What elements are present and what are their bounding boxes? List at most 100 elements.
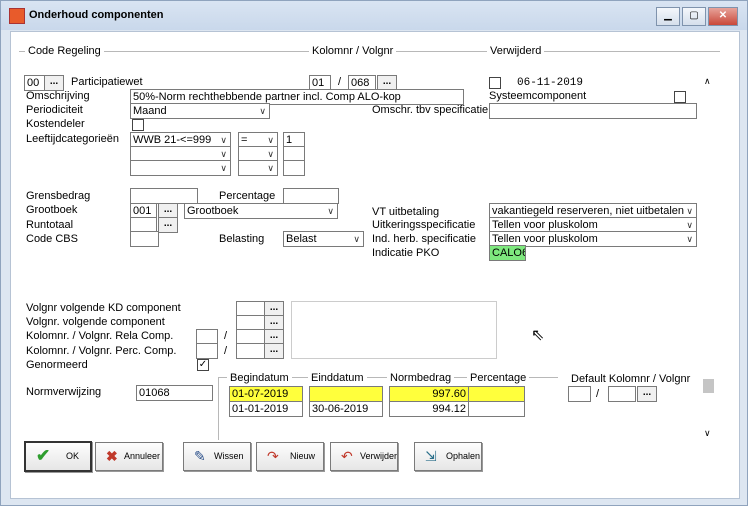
chevron-down-icon: ∨ [353, 234, 360, 244]
chevron-down-icon: ∨ [686, 220, 693, 230]
default-kolom-lookup-button[interactable]: ... [637, 386, 657, 402]
memo-area[interactable] [291, 301, 497, 359]
normverwijzing-input[interactable]: 01068 [136, 385, 213, 401]
delete-arrow-icon: ↶ [341, 448, 353, 464]
chevron-down-icon: ∨ [686, 234, 693, 244]
row1-normbedrag[interactable]: 997.60 [389, 386, 469, 402]
scroll-thumb[interactable] [703, 379, 714, 393]
belasting-value: Belast [286, 233, 317, 245]
wissen-button[interactable]: ✎ Wissen [183, 442, 251, 471]
nieuw-button[interactable]: ↷ Nieuw [256, 442, 324, 471]
chevron-down-icon: ∨ [220, 135, 227, 145]
ind-herb-label: Ind. herb. specificatie [372, 233, 476, 245]
cancel-x-icon: ✖ [106, 448, 118, 464]
kolom-slash: / [338, 76, 342, 88]
leeftijd-value: WWB 21-<=999 [133, 134, 212, 146]
regeling-name: Participatiewet [71, 76, 143, 88]
code-regeling-input[interactable]: 00 [24, 75, 45, 91]
verwijder-button[interactable]: ↶ Verwijder [330, 442, 398, 471]
title-bar[interactable]: Onderhoud componenten ▁ ▢ ✕ [1, 1, 747, 30]
perc-comp-lookup-button[interactable]: ... [264, 343, 284, 359]
chevron-down-icon: ∨ [327, 206, 334, 216]
grensbedrag-input[interactable] [130, 188, 198, 204]
grensbedrag-label: Grensbedrag [26, 190, 91, 202]
fetch-icon: ⇲ [425, 448, 437, 464]
maximize-button[interactable]: ▢ [682, 7, 706, 26]
rela-comp-slash: / [224, 330, 228, 342]
ophalen-button[interactable]: ⇲ Ophalen [414, 442, 482, 471]
row1-percentage[interactable] [468, 386, 525, 402]
percentage-input[interactable] [283, 188, 339, 204]
col-percentage: Percentage [467, 372, 530, 384]
ophalen-label: Ophalen [446, 451, 481, 461]
runtotaal-label: Runtotaal [26, 219, 74, 231]
verwijderd-checkbox[interactable] [489, 77, 501, 89]
annuleer-button[interactable]: ✖ Annuleer [95, 442, 163, 471]
code-regeling-lookup-button[interactable]: ... [44, 75, 64, 91]
kolomnr-volgnr-label: Kolomnr / Volgnr [309, 45, 397, 57]
leeftijd-op-select-3[interactable]: ∨ [238, 160, 278, 176]
systeemcomponent-checkbox[interactable] [674, 91, 686, 103]
row2-normbedrag[interactable]: 994.12 [389, 401, 469, 417]
col-einddatum: Einddatum [308, 372, 367, 384]
kostendeler-checkbox[interactable] [132, 119, 144, 131]
periodiciteit-label: Periodiciteit [26, 104, 83, 116]
genormeerd-checkbox[interactable]: ✓ [197, 359, 209, 371]
percentage-label: Percentage [219, 190, 276, 202]
default-kolom-label: Default Kolomnr / Volgnr [571, 373, 691, 385]
app-icon [9, 8, 25, 24]
chevron-down-icon: ∨ [267, 163, 274, 173]
verwijderd-date: 06-11-2019 [517, 77, 584, 89]
annuleer-label: Annuleer [124, 451, 161, 461]
default-kolom-input[interactable] [568, 386, 591, 402]
chevron-down-icon: ∨ [220, 163, 227, 173]
omschrijving-label: Omschrijving [26, 90, 90, 102]
omschr-spec-input[interactable] [489, 103, 697, 119]
leeftijd-label: Leeftijdcategorieën [26, 133, 119, 145]
row1-einddatum[interactable] [309, 386, 383, 402]
genormeerd-label: Genormeerd [26, 359, 88, 371]
code-regeling-label: Code Regeling [25, 45, 104, 57]
chevron-down-icon: ∨ [267, 149, 274, 159]
col-begindatum: Begindatum [227, 372, 292, 384]
code-cbs-input[interactable] [130, 231, 159, 247]
kostendeler-label: Kostendeler [26, 118, 85, 130]
leeftijd-num-3[interactable] [283, 160, 305, 176]
nieuw-label: Nieuw [290, 451, 316, 461]
runtotaal-lookup-button[interactable]: ... [158, 217, 178, 233]
grootboek-select[interactable]: Grootboek ∨ [184, 203, 338, 219]
perc-comp-slash: / [224, 345, 228, 357]
grootboek-label: Grootboek [26, 204, 78, 216]
ok-button[interactable]: ✔ OK [24, 441, 92, 472]
default-kolom-slash: / [596, 388, 600, 400]
omschr-spec-label: Omschr. tbv specificatie [372, 104, 489, 116]
perc-comp-volgnr-input[interactable] [236, 343, 265, 359]
form-area: Code Regeling Kolomnr / Volgnr Verwijder… [10, 31, 740, 499]
row1-begindatum[interactable]: 01-07-2019 [229, 386, 303, 402]
rela-comp-label: Kolomnr. / Volgnr. Rela Comp. [26, 330, 174, 342]
scroll-down-icon[interactable]: ∨ [704, 428, 711, 439]
chevron-down-icon: ∨ [267, 135, 274, 145]
perc-comp-kolom-input[interactable] [196, 343, 218, 359]
vertical-scrollbar[interactable]: ∧ ∨ [702, 74, 716, 438]
periodiciteit-select[interactable]: Maand ∨ [130, 103, 270, 119]
indicatie-pko-input[interactable]: CALO6 [489, 245, 526, 261]
close-button[interactable]: ✕ [708, 7, 738, 26]
ok-label: OK [66, 451, 80, 461]
grootboek-value: Grootboek [187, 205, 239, 217]
default-volgnr-input[interactable] [608, 386, 636, 402]
chevron-down-icon: ∨ [259, 106, 266, 116]
scroll-up-icon[interactable]: ∧ [704, 76, 711, 87]
leeftijd-op: = [241, 134, 248, 146]
row2-einddatum[interactable]: 30-06-2019 [309, 401, 383, 417]
col-normbedrag: Normbedrag [387, 372, 455, 384]
periodiciteit-value: Maand [133, 105, 167, 117]
code-cbs-label: Code CBS [26, 233, 78, 245]
minimize-button[interactable]: ▁ [656, 7, 680, 26]
row2-percentage[interactable] [468, 401, 525, 417]
leeftijd-select-3[interactable]: ∨ [130, 160, 231, 176]
window: Onderhoud componenten ▁ ▢ ✕ Code Regelin… [0, 0, 748, 506]
row2-begindatum[interactable]: 01-01-2019 [229, 401, 303, 417]
ind-herb-value: Tellen voor pluskolom [492, 233, 598, 245]
belasting-select[interactable]: Belast ∨ [283, 231, 364, 247]
